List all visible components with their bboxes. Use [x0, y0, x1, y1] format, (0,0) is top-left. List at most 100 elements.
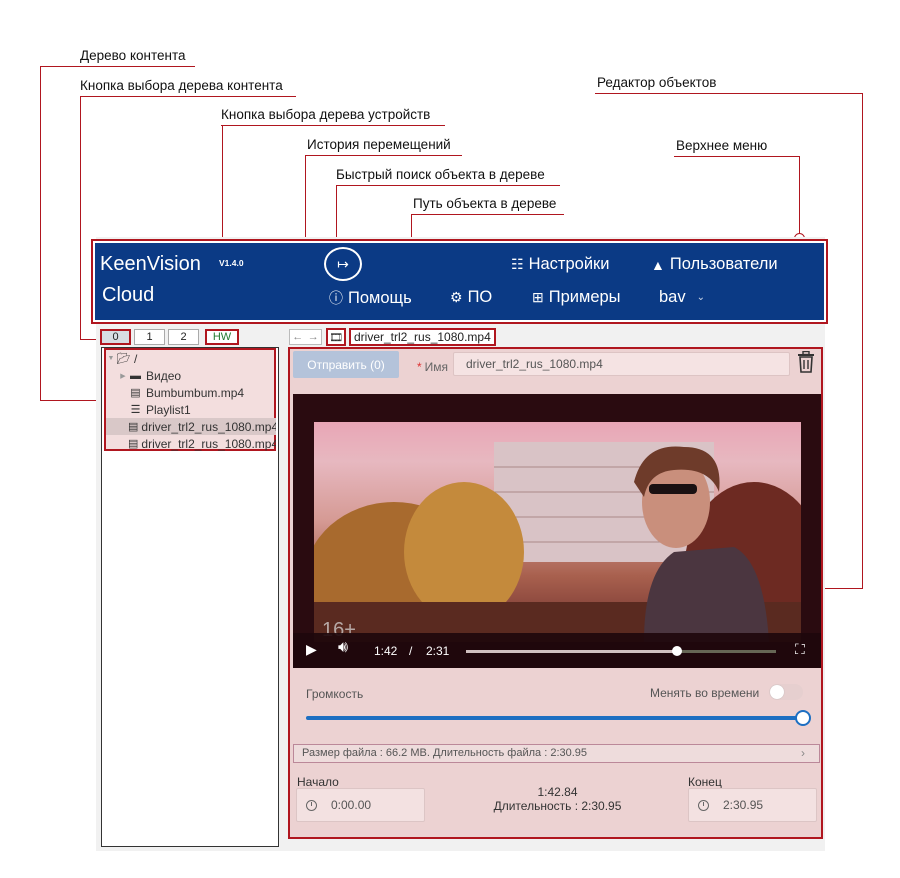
collapse-caret-icon: ▶	[120, 372, 126, 380]
end-time-value: 2:30.95	[723, 798, 764, 812]
film-icon: 🎞︎	[329, 331, 343, 344]
home-button[interactable]: ↦	[324, 247, 362, 281]
tree-item-label: Bumbumbum.mp4	[146, 385, 245, 400]
tree-tab-1[interactable]: 1	[134, 329, 165, 345]
menu-settings[interactable]: ☷ Настройки	[511, 255, 609, 274]
volume-slider[interactable]	[306, 710, 811, 726]
video-frame: 16+	[314, 422, 801, 642]
menu-user-dropdown[interactable]: bav ⌄	[659, 288, 705, 307]
file-info-text: Размер файла : 66.2 MB. Длительность фай…	[302, 747, 588, 759]
change-over-time-toggle[interactable]	[769, 684, 803, 700]
content-tree: ▼ 📂︎ / ▶ ▬ Видео ▤ Bumbumbum.mp4 ☰ Playl…	[104, 348, 276, 451]
tree-tab-2[interactable]: 2	[168, 329, 199, 345]
volume-slider-handle[interactable]	[795, 710, 811, 726]
current-time: 1:42	[374, 644, 398, 658]
send-button[interactable]: Отправить (0)	[293, 351, 399, 378]
login-arrow-icon: ↦	[337, 255, 349, 272]
quick-search-button[interactable]: 🎞︎	[326, 328, 346, 346]
name-label: * Имя	[417, 360, 448, 374]
menu-examples-label: Примеры	[548, 288, 621, 306]
position-info: 1:42.84 Длительность : 2:30.95	[470, 785, 645, 813]
tree-item-playlist[interactable]: ☰ Playlist1	[106, 401, 276, 418]
tree-item-video-folder[interactable]: ▶ ▬ Видео	[106, 367, 276, 384]
start-time-input[interactable]: 0:00.00	[296, 788, 425, 822]
back-arrow-icon[interactable]: ←	[292, 331, 303, 343]
menu-software[interactable]: ⚙ ПО	[450, 288, 492, 307]
start-label: Начало	[297, 775, 339, 789]
player-controls: ▶ 🔊︎ 1:42 / 2:31 ⛶	[293, 633, 821, 668]
volume-icon[interactable]: 🔊︎	[338, 639, 348, 657]
menu-users-label: Пользователи	[669, 255, 778, 273]
chevron-down-icon: ⌄	[696, 292, 705, 303]
annotation-top-menu: Верхнее меню	[676, 138, 768, 153]
object-editor: Отправить (0) * Имя driver_trl2_rus_1080.…	[288, 347, 823, 839]
sliders-icon: ☷	[511, 256, 524, 272]
seek-bar-fill	[466, 650, 677, 653]
duration-text: Длительность : 2:30.95	[493, 799, 622, 813]
name-label-text: Имя	[424, 360, 449, 374]
chevron-right-icon: ›	[801, 746, 805, 760]
grid-icon: ⊞	[532, 289, 544, 305]
name-input[interactable]: driver_trl2_rus_1080.mp4	[453, 352, 790, 376]
annotation-object-path: Путь объекта в дереве	[413, 196, 557, 211]
list-icon: ☰	[130, 404, 141, 416]
annotation-content-tree: Дерево контента	[80, 48, 186, 63]
app-version: V1.4.0	[219, 258, 244, 268]
tree-item-label: Видео	[146, 368, 182, 383]
tree-item-root[interactable]: ▼ 📂︎ /	[106, 350, 276, 367]
change-over-time-label: Менять во времени	[650, 686, 760, 700]
film-icon: ▤	[128, 438, 139, 450]
current-position: 1:42.84	[537, 785, 578, 799]
tree-item-file[interactable]: ▤ driver_trl2_rus_1080.mp4	[106, 435, 276, 452]
tree-item-label: driver_trl2_rus_1080.mp4	[141, 419, 276, 434]
clock-icon	[698, 799, 709, 811]
tree-item-label: Playlist1	[146, 402, 191, 417]
total-duration: 2:31	[426, 644, 450, 658]
expand-caret-icon: ▼	[107, 355, 115, 362]
annotation-object-editor: Редактор объектов	[597, 75, 717, 90]
menu-help[interactable]: ⓘ Помощь	[329, 288, 412, 308]
end-time-input[interactable]: 2:30.95	[688, 788, 817, 822]
menu-users[interactable]: ▲ Пользователи	[651, 255, 778, 274]
seek-bar[interactable]	[466, 646, 776, 656]
tree-item-label: /	[134, 351, 138, 366]
menu-examples[interactable]: ⊞ Примеры	[532, 288, 621, 307]
film-icon: ▤	[130, 387, 141, 399]
tree-tabs: 0 1 2 HW	[100, 329, 239, 345]
film-icon: ▤	[128, 421, 139, 433]
annotation-quick-search: Быстрый поиск объекта в дереве	[336, 167, 545, 182]
info-circle-icon: ⓘ	[329, 290, 343, 306]
required-asterisk: *	[417, 360, 422, 374]
start-time-value: 0:00.00	[331, 798, 372, 812]
video-scene: 16+	[314, 442, 801, 642]
volume-label: Громкость	[306, 687, 364, 701]
user-icon: ▲	[651, 256, 665, 273]
logo-subtitle: Cloud	[102, 284, 155, 306]
forward-arrow-icon[interactable]: →	[308, 331, 319, 343]
play-icon[interactable]: ▶	[306, 641, 317, 658]
annotation-content-tree-button: Кнопка выбора дерева контента	[80, 78, 283, 93]
video-player[interactable]: 16+ ▶ 🔊︎ 1:42 / 2:31 ⛶	[293, 394, 821, 668]
file-info-row[interactable]: Размер файла : 66.2 MB. Длительность фай…	[293, 744, 820, 763]
tree-tab-hw[interactable]: HW	[205, 329, 239, 345]
menu-settings-label: Настройки	[528, 255, 610, 273]
menu-software-label: ПО	[467, 288, 493, 306]
fullscreen-icon[interactable]: ⛶	[795, 641, 805, 658]
folder-icon: ▬	[130, 369, 141, 382]
tree-tab-0[interactable]: 0	[100, 329, 131, 345]
tree-item-selected-file[interactable]: ▤ driver_trl2_rus_1080.mp4	[106, 418, 276, 435]
app-logo[interactable]: KeenVision Cloud	[100, 249, 201, 311]
clock-icon	[306, 799, 317, 811]
annotation-history: История перемещений	[307, 137, 451, 152]
tree-item-label: driver_trl2_rus_1080.mp4	[141, 436, 276, 451]
logo-title: KeenVision	[100, 253, 201, 275]
tree-item-file[interactable]: ▤ Bumbumbum.mp4	[106, 384, 276, 401]
annotation-device-tree-button: Кнопка выбора дерева устройств	[221, 107, 431, 122]
end-label: Конец	[688, 775, 722, 789]
object-path[interactable]: driver_trl2_rus_1080.mp4	[349, 328, 496, 346]
history-nav: ← →	[289, 329, 322, 345]
seek-handle[interactable]	[671, 646, 682, 656]
folder-open-icon: 📂︎	[116, 353, 131, 365]
gear-icon: ⚙	[450, 289, 463, 305]
trash-icon[interactable]	[796, 351, 816, 373]
